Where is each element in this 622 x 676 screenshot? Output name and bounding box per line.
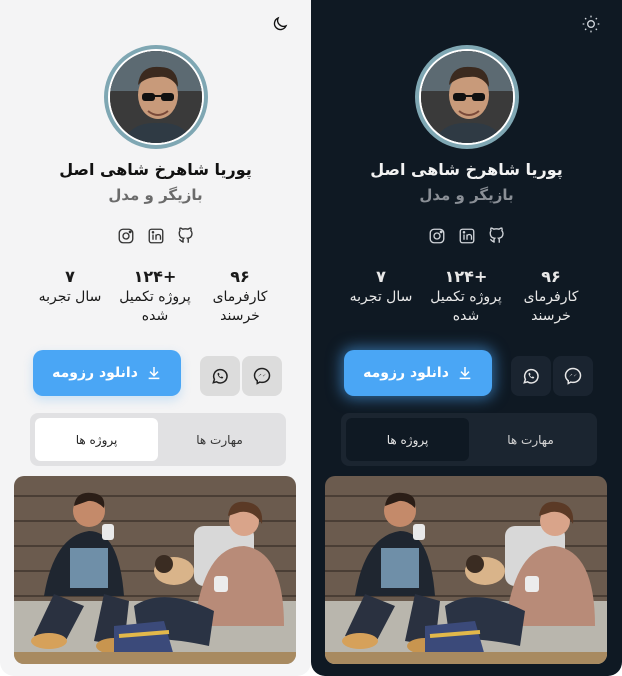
- profile-role: بازیگر و مدل: [108, 186, 203, 204]
- download-icon: [459, 367, 471, 380]
- download-icon: [148, 367, 160, 380]
- tab-skills[interactable]: مهارت ها: [158, 418, 281, 461]
- whatsapp-icon: [523, 368, 539, 384]
- content-tabs: پروژه ها مهارت ها: [30, 413, 286, 466]
- stat-completed-projects: +۱۲۴ پروژه تکمیل شده: [430, 267, 502, 324]
- download-resume-button[interactable]: دانلود رزومه: [344, 350, 492, 396]
- messenger-icon: [253, 367, 271, 385]
- github-icon[interactable]: [176, 226, 196, 246]
- content-tabs: پروژه ها مهارت ها: [341, 413, 597, 466]
- project-photo: [325, 476, 607, 664]
- avatar: [104, 45, 208, 149]
- github-icon[interactable]: [487, 226, 507, 246]
- stats: ۹۶ کارفرمای خرسند +۱۲۴ پروژه تکمیل شده ۷…: [30, 266, 280, 336]
- whatsapp-icon: [212, 368, 228, 384]
- dark-theme-panel: پوریا شاهرخ شاهی اصل بازیگر و مدل ۹۶ کار…: [311, 0, 622, 676]
- stats: ۹۶ کارفرمای خرسند +۱۲۴ پروژه تکمیل شده ۷…: [341, 266, 591, 336]
- sun-icon[interactable]: [579, 12, 603, 36]
- instagram-icon[interactable]: [116, 226, 136, 246]
- messenger-button[interactable]: [242, 356, 282, 396]
- linkedin-icon[interactable]: [457, 226, 477, 246]
- avatar: [415, 45, 519, 149]
- whatsapp-button[interactable]: [511, 356, 551, 396]
- tab-skills[interactable]: مهارت ها: [469, 418, 592, 461]
- tab-projects[interactable]: پروژه ها: [35, 418, 158, 461]
- instagram-icon[interactable]: [427, 226, 447, 246]
- stat-years-experience: ۷ سال تجربه: [349, 267, 413, 305]
- stat-happy-clients: ۹۶ کارفرمای خرسند: [212, 267, 268, 324]
- project-photo: [14, 476, 296, 664]
- social-links: [427, 226, 507, 246]
- stat-years-experience: ۷ سال تجربه: [38, 267, 102, 305]
- moon-icon[interactable]: [268, 12, 292, 36]
- stat-happy-clients: ۹۶ کارفرمای خرسند: [523, 267, 579, 324]
- download-resume-button[interactable]: دانلود رزومه: [33, 350, 181, 396]
- messenger-icon: [564, 367, 582, 385]
- stat-completed-projects: +۱۲۴ پروژه تکمیل شده: [119, 267, 191, 324]
- messenger-button[interactable]: [553, 356, 593, 396]
- light-theme-panel: پوریا شاهرخ شاهی اصل بازیگر و مدل ۹۶ کار…: [0, 0, 311, 676]
- linkedin-icon[interactable]: [146, 226, 166, 246]
- profile-name: پوریا شاهرخ شاهی اصل: [370, 160, 563, 179]
- whatsapp-button[interactable]: [200, 356, 240, 396]
- profile-role: بازیگر و مدل: [419, 186, 514, 204]
- tab-projects[interactable]: پروژه ها: [346, 418, 469, 461]
- social-links: [116, 226, 196, 246]
- profile-name: پوریا شاهرخ شاهی اصل: [59, 160, 252, 179]
